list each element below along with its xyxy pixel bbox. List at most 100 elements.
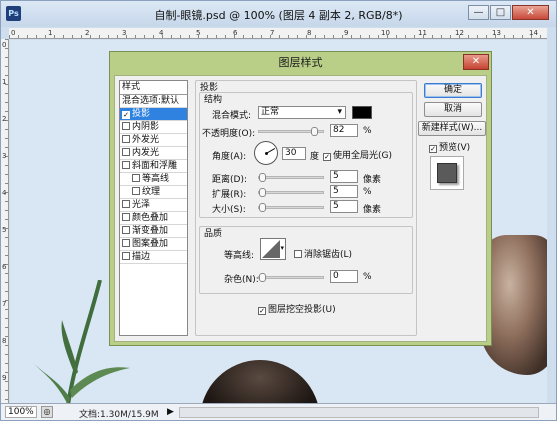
- style-preview: [430, 156, 464, 190]
- ruler-number: 2: [85, 29, 90, 37]
- blend-mode-label: 混合模式:: [212, 111, 252, 121]
- style-list-item[interactable]: 颜色叠加: [120, 212, 187, 225]
- status-menu-arrow-icon[interactable]: ▶: [167, 407, 174, 417]
- size-input[interactable]: 5: [330, 200, 358, 213]
- style-list-header[interactable]: 样式: [120, 81, 187, 95]
- style-list-item[interactable]: 渐变叠加: [120, 225, 187, 238]
- style-list-item[interactable]: ✓ 投影: [120, 108, 187, 121]
- ruler-number: 5: [2, 226, 7, 234]
- title-bar[interactable]: Ps 自制-眼镜.psd @ 100% (图层 4 副本 2, RGB/8*) …: [1, 1, 556, 27]
- style-checkbox[interactable]: [132, 174, 140, 182]
- style-checkbox[interactable]: [122, 122, 130, 130]
- noise-slider[interactable]: [258, 273, 324, 282]
- angle-dial[interactable]: [254, 141, 278, 165]
- style-checkbox[interactable]: [132, 187, 140, 195]
- style-list-item-label: 外发光: [132, 135, 160, 145]
- layer-style-dialog: 图层样式 ✕ 样式 混合选项:默认 ✓ 投影 内阴影 外发光内发光 斜面和浮雕等高线 纹理光…: [109, 51, 492, 346]
- style-checkbox[interactable]: ✓: [122, 111, 130, 119]
- ruler-number: 4: [159, 29, 164, 37]
- ruler-number: 9: [344, 29, 349, 37]
- style-list-item[interactable]: 内阴影: [120, 121, 187, 134]
- maximize-button[interactable]: □: [490, 5, 511, 20]
- dialog-close-button[interactable]: ✕: [463, 54, 489, 70]
- anti-alias-checkbox[interactable]: 消除锯齿(L): [294, 247, 352, 260]
- knockout-checkbox[interactable]: ✓ 图层挖空投影(U): [258, 302, 336, 315]
- ruler-number: 4: [2, 189, 7, 197]
- distance-input[interactable]: 5: [330, 170, 358, 183]
- angle-input[interactable]: 30: [282, 147, 306, 160]
- global-light-check[interactable]: ✓: [323, 153, 331, 161]
- angle-label: 角度(A):: [212, 152, 247, 162]
- ruler-number: 6: [233, 29, 238, 37]
- document-info-icon[interactable]: ◎: [41, 406, 53, 418]
- size-slider-knob[interactable]: [259, 203, 266, 212]
- preview-swatch: [437, 163, 457, 183]
- ruler-number: 0: [11, 29, 16, 37]
- style-checkbox[interactable]: [122, 239, 130, 247]
- ruler-number: 1: [48, 29, 53, 37]
- style-checkbox[interactable]: [122, 213, 130, 221]
- blend-mode-select[interactable]: 正常 ▾: [258, 106, 346, 119]
- style-checkbox[interactable]: [122, 226, 130, 234]
- style-list-item[interactable]: 内发光: [120, 147, 187, 160]
- spread-slider-knob[interactable]: [259, 188, 266, 197]
- opacity-input[interactable]: 82: [330, 124, 358, 137]
- horizontal-scrollbar[interactable]: [179, 407, 539, 418]
- noise-slider-knob[interactable]: [259, 273, 266, 282]
- ruler-number: 7: [2, 300, 7, 308]
- distance-unit: 像素: [363, 175, 382, 185]
- shadow-color-swatch[interactable]: [352, 106, 372, 119]
- size-slider[interactable]: [258, 203, 324, 212]
- minimize-button[interactable]: —: [468, 5, 489, 20]
- spread-slider[interactable]: [258, 188, 324, 197]
- style-checkbox[interactable]: [122, 252, 130, 260]
- distance-label: 距离(D):: [212, 175, 247, 185]
- global-light-checkbox[interactable]: ✓ 使用全局光(G): [323, 148, 392, 161]
- style-list-item[interactable]: 描边: [120, 251, 187, 264]
- style-list-item[interactable]: 图案叠加: [120, 238, 187, 251]
- style-checkbox[interactable]: [122, 148, 130, 156]
- dialog-body: 样式 混合选项:默认 ✓ 投影 内阴影 外发光内发光 斜面和浮雕等高线 纹理 光泽 颜色叠加 渐变…: [114, 75, 487, 342]
- ok-button[interactable]: 确定: [424, 83, 482, 98]
- style-list-item[interactable]: 外发光: [120, 134, 187, 147]
- style-list-item-label: 斜面和浮雕: [132, 161, 178, 171]
- opacity-slider-knob[interactable]: [311, 127, 318, 136]
- noise-input[interactable]: 0: [330, 270, 358, 283]
- spread-label: 扩展(R):: [212, 190, 247, 200]
- style-checkbox[interactable]: [122, 200, 130, 208]
- style-list-item[interactable]: 等高线: [120, 173, 187, 186]
- glasses-lens-image: [200, 360, 320, 403]
- ruler-number: 6: [2, 263, 7, 271]
- distance-slider-knob[interactable]: [259, 173, 266, 182]
- style-list-item[interactable]: 纹理: [120, 186, 187, 199]
- anti-alias-check[interactable]: [294, 250, 302, 258]
- document-size: 文档:1.30M/15.9M: [79, 410, 159, 420]
- style-checkbox[interactable]: [122, 135, 130, 143]
- style-list-item[interactable]: 混合选项:默认: [120, 95, 187, 108]
- spread-input[interactable]: 5: [330, 185, 358, 198]
- preview-checkbox[interactable]: ✓ 预览(V): [429, 140, 470, 153]
- ruler-number: 0: [2, 41, 7, 49]
- preview-check[interactable]: ✓: [429, 145, 437, 153]
- horizontal-ruler[interactable]: [9, 28, 547, 39]
- structure-group: 结构 混合模式: 正常 ▾ 不透明度(O): 82 % 角度(A): 30 度 …: [199, 92, 413, 218]
- style-list-item-label: 渐变叠加: [132, 226, 169, 236]
- ruler-number: 13: [492, 29, 501, 37]
- close-window-button[interactable]: ✕: [512, 5, 549, 20]
- style-list-item[interactable]: 光泽: [120, 199, 187, 212]
- style-list-item[interactable]: 斜面和浮雕: [120, 160, 187, 173]
- style-checkbox[interactable]: [122, 161, 130, 169]
- knockout-check[interactable]: ✓: [258, 307, 266, 315]
- contour-curve-icon: [262, 240, 280, 258]
- ruler-number: 2: [2, 115, 7, 123]
- style-list-item-label: 混合选项:默认: [122, 96, 180, 106]
- distance-slider[interactable]: [258, 173, 324, 182]
- cancel-button[interactable]: 取消: [424, 102, 482, 117]
- zoom-field[interactable]: 100%: [5, 406, 37, 418]
- new-style-button[interactable]: 新建样式(W)...: [418, 121, 486, 136]
- opacity-slider[interactable]: [258, 127, 324, 136]
- vertical-ruler[interactable]: [1, 39, 9, 403]
- ruler-number: 5: [196, 29, 201, 37]
- contour-picker[interactable]: ▾: [260, 238, 286, 260]
- dialog-title[interactable]: 图层样式: [110, 52, 491, 74]
